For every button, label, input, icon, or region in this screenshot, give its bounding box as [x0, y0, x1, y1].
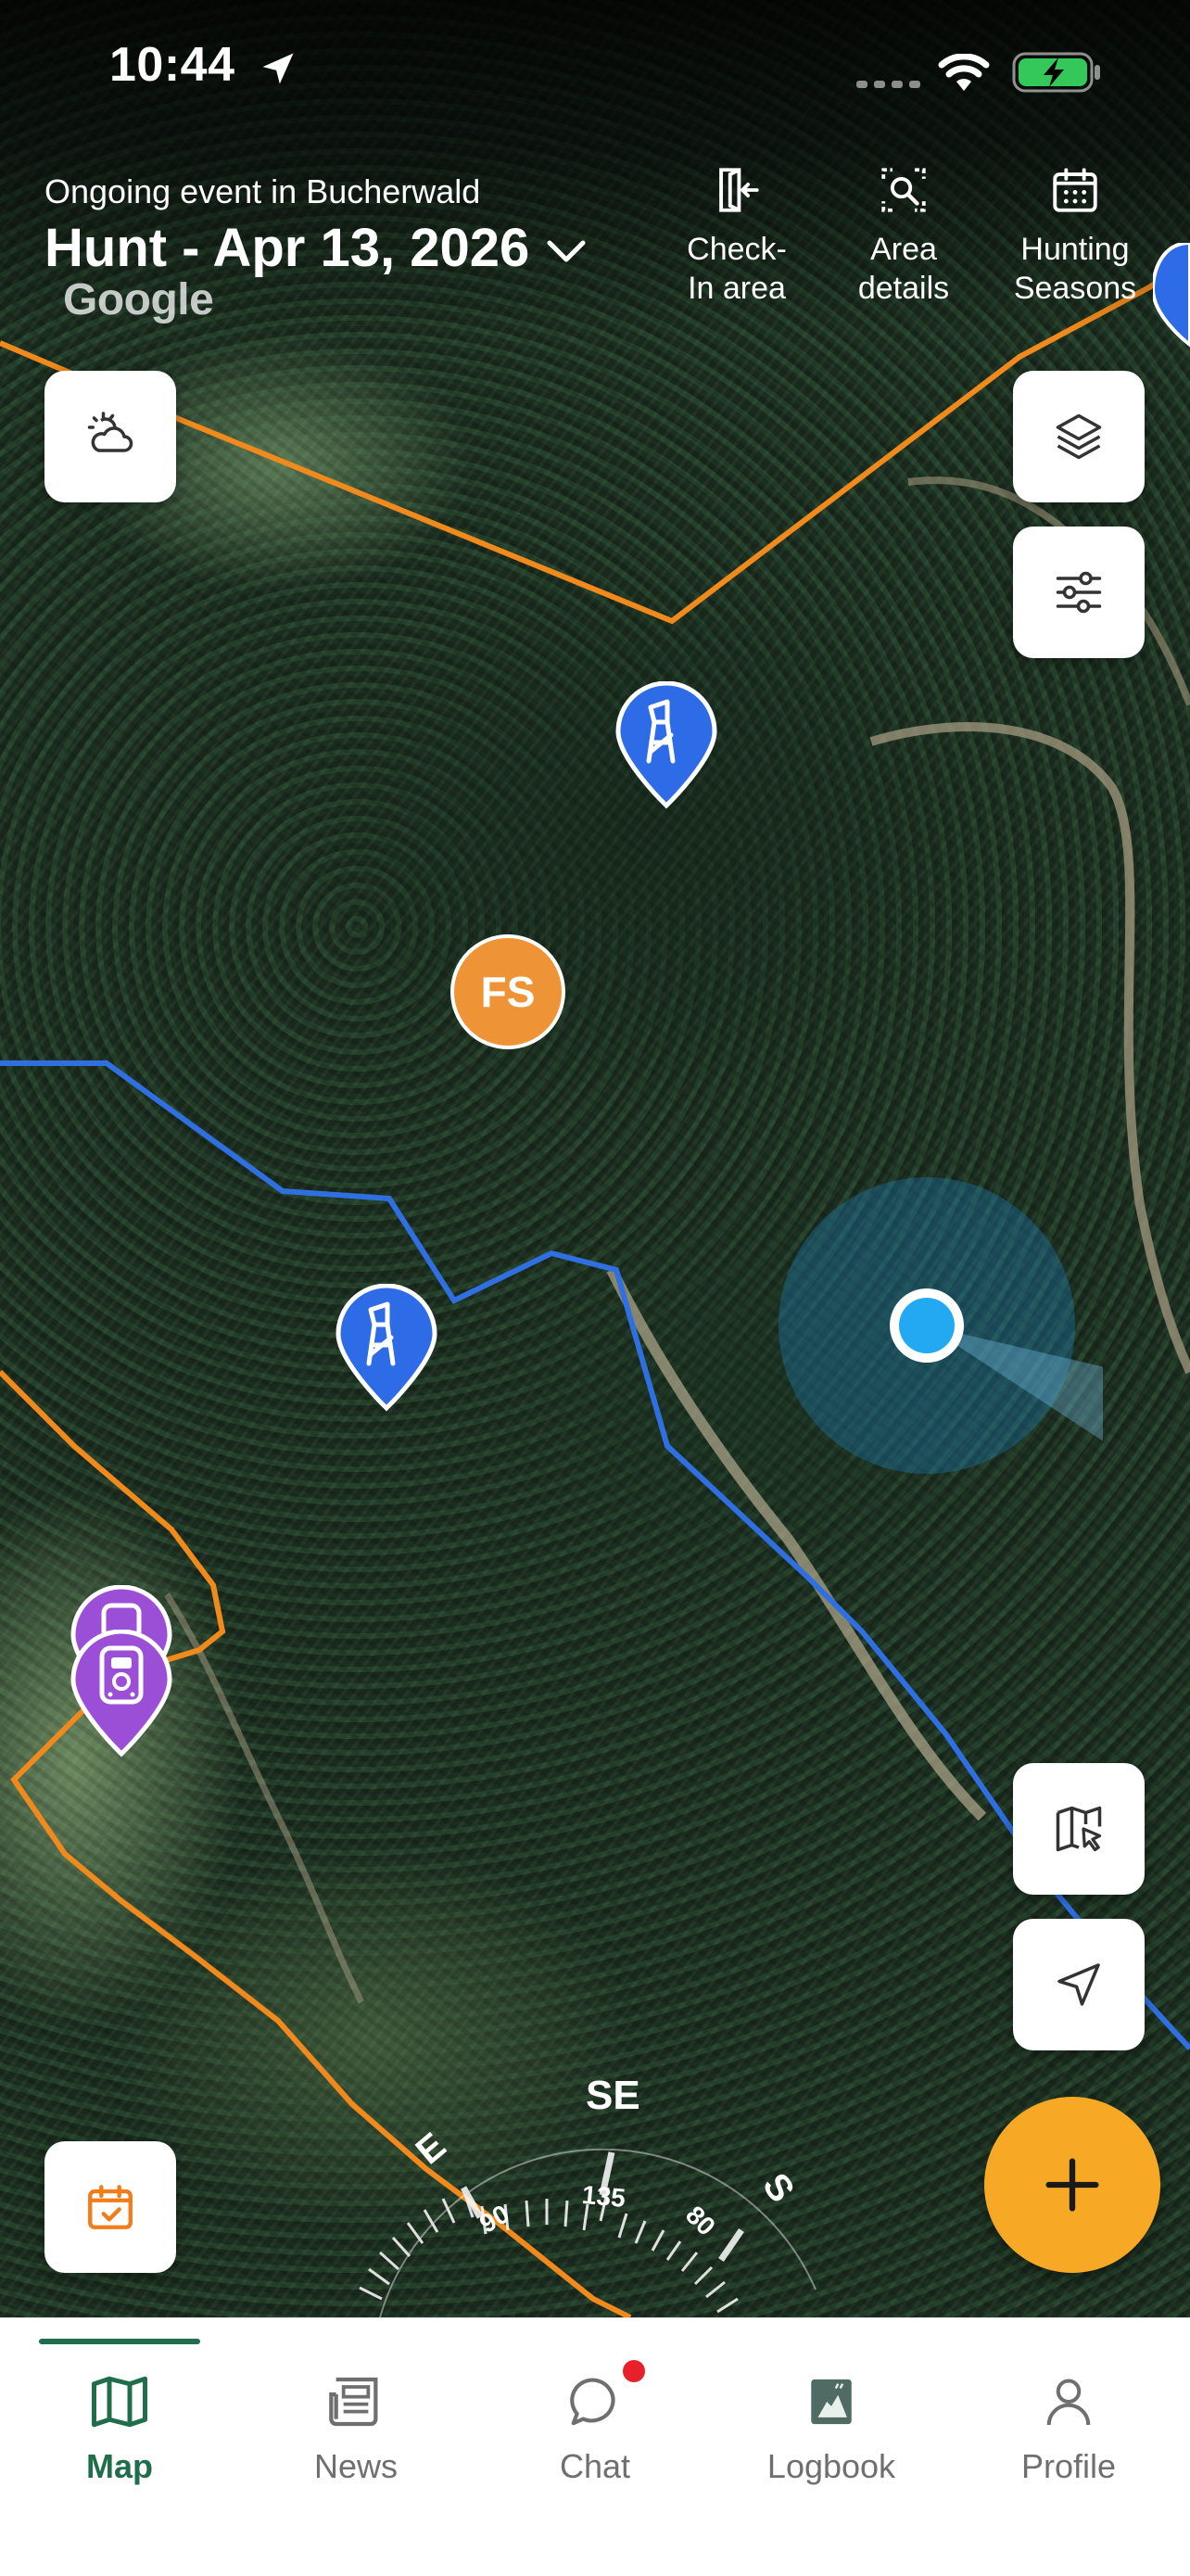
map-icon: [92, 2376, 147, 2428]
add-button[interactable]: [984, 2097, 1160, 2273]
area-details-label-2: details: [857, 271, 950, 306]
tab-profile-label: Profile: [1020, 2447, 1117, 2485]
status-bar: 10:44: [0, 0, 1190, 139]
google-attribution: Google: [63, 275, 214, 324]
layers-icon: [1056, 413, 1102, 460]
event-subtitle: Ongoing event in Bucherwald: [44, 172, 481, 210]
chat-unread-badge: [623, 2360, 645, 2382]
logbook-icon: [811, 2379, 852, 2425]
event-selector[interactable]: Hunt - Apr 13, 2026: [44, 217, 587, 279]
status-time: 10:44: [109, 38, 235, 92]
tab-news-label: News: [313, 2447, 399, 2485]
tab-logbook-label: Logbook: [766, 2447, 896, 2485]
select-area-button[interactable]: [1013, 1763, 1145, 1895]
battery-charging-icon: [1012, 52, 1100, 93]
map-filter-button[interactable]: [1013, 527, 1145, 658]
area-details-label-1: Area: [870, 232, 937, 267]
weather-button[interactable]: [44, 371, 176, 502]
partly-cloudy-icon: [87, 412, 133, 452]
stand-marker[interactable]: [334, 1284, 439, 1414]
member-avatar-marker[interactable]: FS: [450, 934, 565, 1049]
area-search-icon: [881, 168, 926, 212]
hunting-seasons-button[interactable]: Hunting Seasons: [996, 158, 1154, 308]
event-title: Hunt - Apr 13, 2026: [44, 218, 530, 278]
cellular-signal-icon: [856, 81, 920, 88]
chevron-down-icon: [547, 240, 586, 261]
center-location-button[interactable]: [1013, 1919, 1145, 2050]
check-in-label-2: In area: [688, 271, 786, 306]
tab-news[interactable]: News: [254, 2369, 458, 2486]
calendar-check-icon: [88, 2185, 133, 2229]
tab-chat-label: Chat: [559, 2447, 631, 2485]
tab-map-label: Map: [86, 2447, 153, 2485]
map-cursor-icon: [1056, 1806, 1102, 1852]
plus-icon: [1045, 2158, 1099, 2212]
compass-heading-label: SE: [586, 2073, 640, 2118]
tab-profile[interactable]: Profile: [967, 2369, 1171, 2486]
stand-marker[interactable]: [614, 681, 719, 811]
stand-marker-partial[interactable]: [1153, 243, 1190, 363]
news-icon: [329, 2377, 378, 2427]
location-arrow-icon: [262, 53, 294, 84]
check-in-area-button[interactable]: Check- In area: [658, 158, 816, 308]
calendar-icon: [1053, 168, 1097, 212]
navigation-arrow-icon: [1057, 1963, 1100, 2006]
tab-chat[interactable]: Chat: [493, 2369, 697, 2486]
area-details-button[interactable]: Area details: [825, 158, 982, 308]
map-layers-button[interactable]: [1013, 371, 1145, 502]
check-in-label-1: Check-: [687, 232, 787, 267]
person-icon: [1046, 2379, 1091, 2426]
compass-label-135: 135: [580, 2180, 627, 2213]
sliders-icon: [1056, 571, 1102, 614]
tab-map[interactable]: Map: [18, 2369, 222, 2486]
hunting-seasons-label-2: Seasons: [1013, 271, 1137, 306]
chat-bubble-icon: [570, 2378, 615, 2426]
wifi-icon: [938, 54, 990, 91]
tab-logbook[interactable]: Logbook: [729, 2369, 933, 2486]
camera-trap-marker[interactable]: [69, 1630, 174, 1759]
active-tab-indicator: [39, 2339, 200, 2344]
user-location-marker: [779, 1177, 1103, 1474]
event-checklist-button[interactable]: [44, 2141, 176, 2273]
hunting-seasons-label-1: Hunting: [1020, 232, 1130, 267]
dirt-road: [164, 1593, 365, 2004]
check-in-door-icon: [719, 168, 759, 212]
